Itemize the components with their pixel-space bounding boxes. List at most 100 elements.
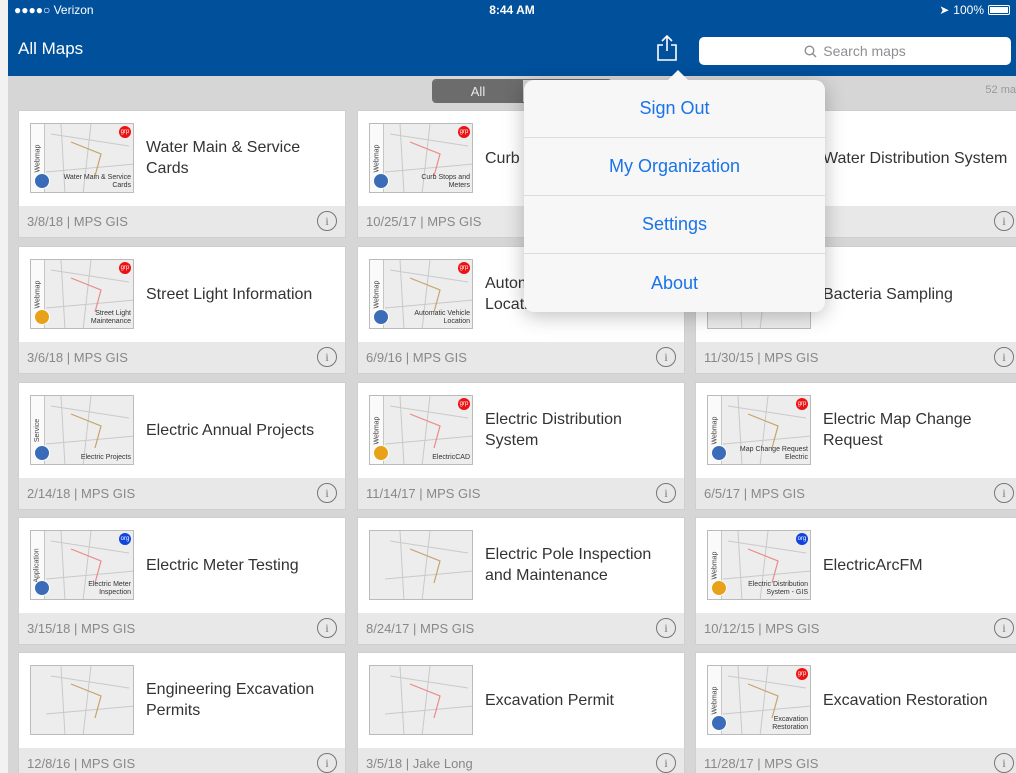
share-icon[interactable] — [656, 34, 678, 62]
map-card[interactable]: Application org Electric Meter Inspection E… — [18, 517, 346, 645]
info-icon[interactable]: i — [656, 753, 676, 773]
sharing-badge: org — [119, 533, 131, 545]
thumbnail-caption: Electric Distribution System - GIS — [748, 581, 808, 596]
map-title: Excavation Permit — [485, 691, 614, 709]
owner-name: MPS GIS — [426, 486, 481, 501]
map-title: Electric Meter Testing — [146, 556, 299, 574]
map-card[interactable]: Excavation Permit 3/5/18 | Jake Long i — [357, 652, 685, 773]
owner-name: MPS GIS — [765, 621, 820, 636]
map-card[interactable]: Webmap grp Water Main & Service Cards Water… — [18, 110, 346, 238]
thumbnail-type-text: Webmap — [34, 280, 42, 308]
map-thumbnail: Webmap grp Curb Stops and Meters — [369, 123, 473, 193]
modified-date: 8/24/17 — [366, 621, 410, 636]
thumbnail-caption: Automatic Vehicle Location — [414, 310, 470, 325]
modified-date: 10/25/17 — [366, 214, 417, 229]
owner-name: MPS GIS — [419, 621, 475, 636]
info-icon[interactable]: i — [317, 347, 337, 367]
card-footer: 2/14/18 | MPS GIS i — [19, 478, 345, 509]
thumbnail-caption: Electric Meter Inspection — [88, 581, 131, 596]
map-title: Electric Map Change Request — [823, 411, 972, 449]
card-footer: 6/5/17 | MPS GIS i — [696, 478, 1016, 509]
thumbnail-type-text: Application — [34, 547, 41, 583]
map-type-icon — [711, 445, 727, 461]
card-meta: 3/6/18 | MPS GIS — [27, 350, 128, 365]
battery-percent: 100% — [953, 3, 984, 17]
info-icon[interactable]: i — [994, 483, 1014, 503]
map-thumbnail: Webmap grp Water Main & Service Cards — [30, 123, 134, 193]
info-icon[interactable]: i — [994, 618, 1014, 638]
owner-name: MPS GIS — [412, 350, 467, 365]
map-thumbnail: Service Electric Projects — [30, 395, 134, 465]
status-bar: ●●●●○ Verizon 8:44 AM ➤ 100% — [8, 0, 1016, 20]
map-thumbnail: Webmap grp Automatic Vehicle Location — [369, 259, 473, 329]
thumbnail-type-text: Webmap — [711, 686, 719, 714]
map-type-icon — [34, 445, 50, 461]
location-icon: ➤ — [939, 3, 950, 17]
thumbnail-caption: ElectricCAD — [432, 454, 470, 461]
map-card[interactable]: Webmap org Electric Distribution System - … — [695, 517, 1016, 645]
info-icon[interactable]: i — [317, 618, 337, 638]
thumbnail-caption: Excavation Restoration — [772, 716, 808, 731]
meta-separator: | — [415, 486, 427, 501]
meta-separator: | — [402, 756, 413, 771]
info-icon[interactable]: i — [994, 211, 1014, 231]
map-title: Bacteria Sampling — [823, 285, 953, 303]
card-meta: 10/25/17 | MPS GIS — [366, 214, 481, 229]
owner-name: MPS GIS — [73, 214, 128, 229]
map-card[interactable]: Webmap grp ElectricCAD Electric Distributio… — [357, 382, 685, 510]
meta-separator: | — [70, 621, 81, 636]
map-type-icon — [373, 445, 389, 461]
map-card[interactable]: Webmap grp Street Light Maintenance Street … — [18, 246, 346, 374]
sharing-badge: grp — [796, 398, 808, 410]
map-card[interactable]: Webmap grp Excavation Restoration Excavatio… — [695, 652, 1016, 773]
card-meta: 3/15/18 | MPS GIS — [27, 621, 135, 636]
account-menu-popover: Sign Out My Organization Settings About — [524, 70, 825, 312]
map-thumbnail: Application org Electric Meter Inspection — [30, 530, 134, 600]
info-icon[interactable]: i — [994, 347, 1014, 367]
map-card[interactable]: Webmap grp Map Change Request Electric Elec… — [695, 382, 1016, 510]
menu-item-about[interactable]: About — [524, 254, 825, 312]
map-title: Street Light Information — [146, 285, 313, 303]
menu-item-settings[interactable]: Settings — [524, 196, 825, 254]
info-icon[interactable]: i — [317, 753, 337, 773]
info-icon[interactable]: i — [656, 347, 676, 367]
owner-name: MPS GIS — [750, 486, 805, 501]
map-title: Electric Distribution System — [485, 411, 622, 449]
card-footer: 11/14/17 | MPS GIS i — [358, 478, 684, 509]
map-preview — [384, 666, 472, 734]
info-icon[interactable]: i — [656, 483, 676, 503]
card-meta: 2/14/18 | MPS GIS — [27, 486, 135, 501]
meta-separator: | — [409, 621, 420, 636]
sharing-badge: grp — [458, 126, 470, 138]
modified-date: 6/5/17 — [704, 486, 741, 501]
map-count: 52 ma — [985, 84, 1016, 96]
map-card[interactable]: Service Electric Projects Electric Annual … — [18, 382, 346, 510]
segment-all[interactable]: All — [433, 80, 523, 102]
modified-date: 11/14/17 — [366, 486, 416, 501]
owner-name: MPS GIS — [427, 214, 482, 229]
info-icon[interactable]: i — [656, 618, 676, 638]
info-icon[interactable]: i — [994, 753, 1014, 773]
map-card[interactable]: Engineering Excavation Permits 12/8/16 | … — [18, 652, 346, 773]
card-meta: 11/28/17 | MPS GIS — [704, 756, 818, 771]
sharing-badge: grp — [796, 668, 808, 680]
map-card[interactable]: Electric Pole Inspection and Maintenance… — [357, 517, 685, 645]
modified-date: 3/15/18 — [27, 621, 71, 636]
card-meta: 6/9/16 | MPS GIS — [366, 350, 467, 365]
info-icon[interactable]: i — [317, 211, 337, 231]
card-meta: 3/5/18 | Jake Long — [366, 756, 473, 771]
card-meta: 3/8/18 | MPS GIS — [27, 214, 128, 229]
card-footer: 8/24/17 | MPS GIS i — [358, 613, 684, 644]
map-preview — [384, 531, 472, 599]
search-input[interactable]: Search maps — [699, 37, 1011, 65]
sharing-badge: grp — [119, 126, 131, 138]
thumbnail-type-text: Webmap — [373, 144, 381, 172]
map-title: Electric Annual Projects — [146, 421, 315, 439]
thumbnail-type-text: Webmap — [34, 144, 42, 172]
thumbnail-caption: Water Main & Service Cards — [63, 174, 131, 189]
info-icon[interactable]: i — [317, 483, 337, 503]
menu-item-my-organization[interactable]: My Organization — [524, 138, 825, 196]
card-footer: 12/8/16 | MPS GIS i — [19, 748, 345, 773]
map-type-icon — [34, 580, 50, 596]
menu-item-sign-out[interactable]: Sign Out — [524, 80, 825, 138]
